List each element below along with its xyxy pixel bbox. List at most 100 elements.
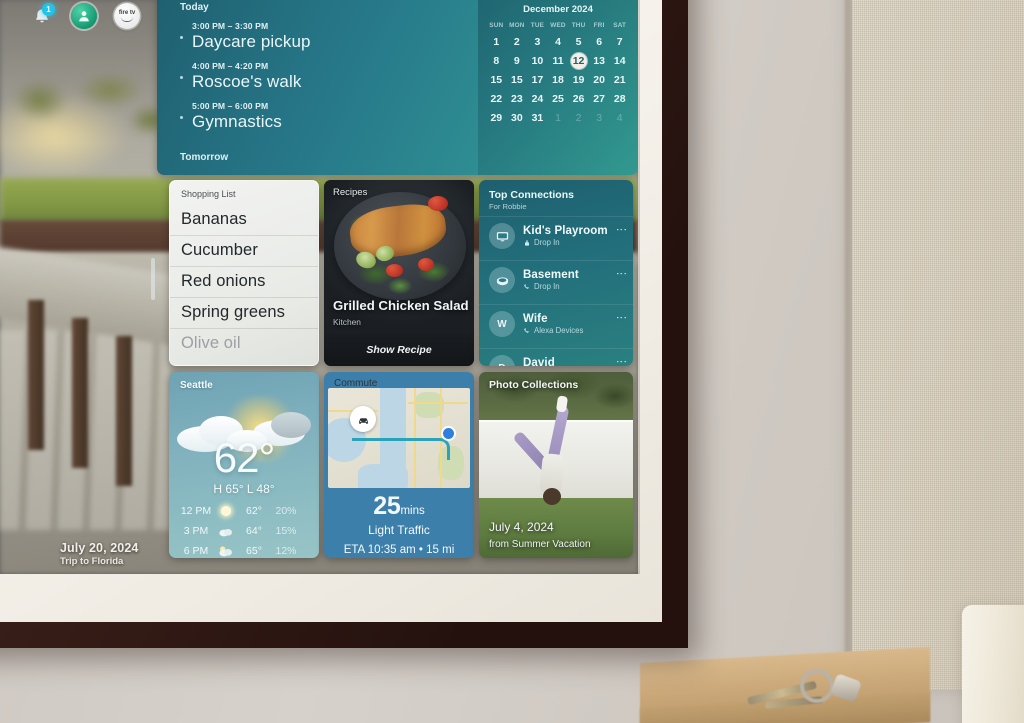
calendar-day[interactable]: 23: [507, 91, 528, 107]
contact-initial-avatar: W: [489, 311, 515, 337]
connection-overflow-menu-icon[interactable]: ⋮: [615, 312, 627, 323]
calendar-weekday: SAT: [613, 22, 627, 29]
calendar-day[interactable]: 14: [609, 53, 630, 69]
panel-scrollbar-handle[interactable]: [151, 258, 155, 300]
hour-precip: 12%: [275, 545, 297, 557]
calendar-day[interactable]: 11: [548, 53, 569, 69]
calendar-day[interactable]: 28: [609, 91, 630, 107]
calendar-day[interactable]: 10: [527, 53, 548, 69]
phone-icon: [524, 327, 529, 333]
shopping-list-item[interactable]: Olive oil: [170, 329, 318, 359]
event-title: Daycare pickup: [192, 32, 311, 51]
event-time: 5:00 PM – 6:00 PM: [192, 101, 269, 111]
agenda-widget[interactable]: Today 3:00 PM – 3:30 PM Daycare pickup 4…: [157, 0, 479, 175]
photo-collections-card[interactable]: Photo Collections July 4, 2024 from Summ…: [479, 372, 633, 558]
agenda-tomorrow-header: Tomorrow: [180, 152, 229, 163]
calendar-day[interactable]: 15: [486, 72, 507, 88]
calendar-day[interactable]: 31: [527, 110, 548, 126]
hour-time: 6 PM: [183, 545, 209, 557]
calendar-day[interactable]: 8: [486, 53, 507, 69]
wallpaper-album: Trip to Florida: [60, 556, 124, 567]
agenda-event[interactable]: 5:00 PM – 6:00 PM Gymnastics: [180, 101, 479, 132]
monitor-icon: [489, 223, 515, 249]
calendar-day[interactable]: 24: [527, 91, 548, 107]
calendar-day[interactable]: 17: [527, 72, 548, 88]
hour-precip: 20%: [275, 505, 297, 517]
calendar-day[interactable]: 29: [486, 110, 507, 126]
connections-subtitle: For Robbie: [489, 202, 527, 211]
weather-hourly-list: 12 PM 62° 20% 3 PM 64° 15% 6 PM 65° 12%: [169, 504, 319, 558]
calendar-day-next-month[interactable]: 2: [568, 110, 589, 126]
calendar-day-next-month[interactable]: 1: [548, 110, 569, 126]
shopping-list-item[interactable]: Spring greens: [170, 298, 318, 329]
calendar-day[interactable]: 7: [609, 34, 630, 50]
agenda-event[interactable]: 4:00 PM – 4:20 PM Roscoe's walk: [180, 61, 479, 92]
user-avatar-icon: [71, 3, 97, 29]
show-recipe-button[interactable]: Show Recipe: [324, 334, 474, 366]
photo-collections-label: Photo Collections: [489, 379, 579, 391]
commute-card[interactable]: Commute 25mins Light Traffic ETA 10:35 a…: [324, 372, 474, 558]
fire-tv-logo-button[interactable]: fire tv: [114, 3, 142, 31]
calendar-day[interactable]: 9: [507, 53, 528, 69]
calendar-day-today[interactable]: 12: [568, 53, 589, 69]
hour-temp: 65°: [246, 545, 262, 557]
destination-pin-icon: [443, 428, 454, 439]
shopping-list-item[interactable]: Bananas: [170, 205, 318, 236]
hour-precip: 15%: [275, 525, 297, 537]
connection-overflow-menu-icon[interactable]: ⋮: [615, 224, 627, 235]
calendar-day[interactable]: 1: [486, 34, 507, 50]
calendar-day[interactable]: 5: [568, 34, 589, 50]
photo-person-handstand: [512, 395, 593, 506]
calendar-day-next-month[interactable]: 3: [589, 110, 610, 126]
weather-card[interactable]: Seattle 62° H 65° L 48° 12 PM 62° 20% 3 …: [169, 372, 319, 558]
calendar-day[interactable]: 25: [548, 91, 569, 107]
calendar-day[interactable]: 26: [568, 91, 589, 107]
fire-tv-logo-text: fire tv: [118, 10, 136, 16]
weather-hour-row: 12 PM 62° 20%: [179, 504, 309, 518]
calendar-day[interactable]: 18: [548, 72, 569, 88]
key-fob-icon: [830, 673, 862, 703]
agenda-event[interactable]: 3:00 PM – 3:30 PM Daycare pickup: [180, 21, 479, 52]
recipe-card[interactable]: Recipes Grilled Chicken Salad Kitchen Sh…: [324, 180, 474, 366]
calendar-day[interactable]: 27: [589, 91, 610, 107]
calendar-day[interactable]: 19: [568, 72, 589, 88]
calendar-day[interactable]: 13: [589, 53, 610, 69]
photo-collections-album: from Summer Vacation: [489, 539, 591, 550]
profile-button[interactable]: [71, 3, 99, 31]
calendar-day[interactable]: 20: [589, 72, 610, 88]
smart-display-screen[interactable]: 1 fire tv July 20, 2024 Trip to Florida …: [0, 0, 638, 574]
connection-name: Basement: [523, 269, 579, 281]
calendar-day-next-month[interactable]: 4: [609, 110, 630, 126]
calendar-widget[interactable]: December 2024 SUN MON TUE WED THU FRI SA…: [478, 0, 638, 175]
top-connections-card[interactable]: Top Connections For Robbie Kid's Playroo…: [479, 180, 633, 366]
calendar-day[interactable]: 2: [507, 34, 528, 50]
shopping-list-item[interactable]: Cucumber: [170, 236, 318, 267]
calendar-weekday: THU: [571, 22, 586, 29]
connection-row[interactable]: D David Mobile ⋮: [479, 348, 633, 366]
connection-overflow-menu-icon[interactable]: ⋮: [615, 356, 627, 366]
calendar-day[interactable]: 4: [548, 34, 569, 50]
calendar-day[interactable]: 30: [507, 110, 528, 126]
connection-row[interactable]: Basement Drop In ⋮: [479, 260, 633, 299]
connection-row[interactable]: W Wife Alexa Devices ⋮: [479, 304, 633, 343]
agenda-calendar-card[interactable]: Today 3:00 PM – 3:30 PM Daycare pickup 4…: [157, 0, 638, 175]
connection-overflow-menu-icon[interactable]: ⋮: [615, 268, 627, 279]
calendar-weekday: WED: [550, 22, 566, 29]
hour-time: 12 PM: [180, 505, 212, 517]
notifications-button[interactable]: 1: [28, 3, 56, 31]
shopping-list-item[interactable]: Red onions: [170, 267, 318, 298]
connection-meta: Drop In: [523, 282, 579, 291]
calendar-day[interactable]: 3: [527, 34, 548, 50]
linen-lampshade: [852, 0, 1024, 690]
calendar-weekday: MON: [509, 22, 525, 29]
contact-initial-avatar: D: [489, 355, 515, 366]
calendar-day[interactable]: 15: [507, 72, 528, 88]
calendar-day[interactable]: 21: [609, 72, 630, 88]
hour-time: 3 PM: [183, 525, 209, 537]
connection-row[interactable]: Kid's Playroom Drop In ⋮: [479, 216, 633, 255]
commute-info: 25mins Light Traffic ETA 10:35 am • 15 m…: [324, 492, 474, 558]
calendar-day[interactable]: 6: [589, 34, 610, 50]
commute-map[interactable]: [328, 388, 470, 488]
shopping-list-card[interactable]: Shopping List Bananas Cucumber Red onion…: [169, 180, 319, 366]
calendar-day[interactable]: 22: [486, 91, 507, 107]
